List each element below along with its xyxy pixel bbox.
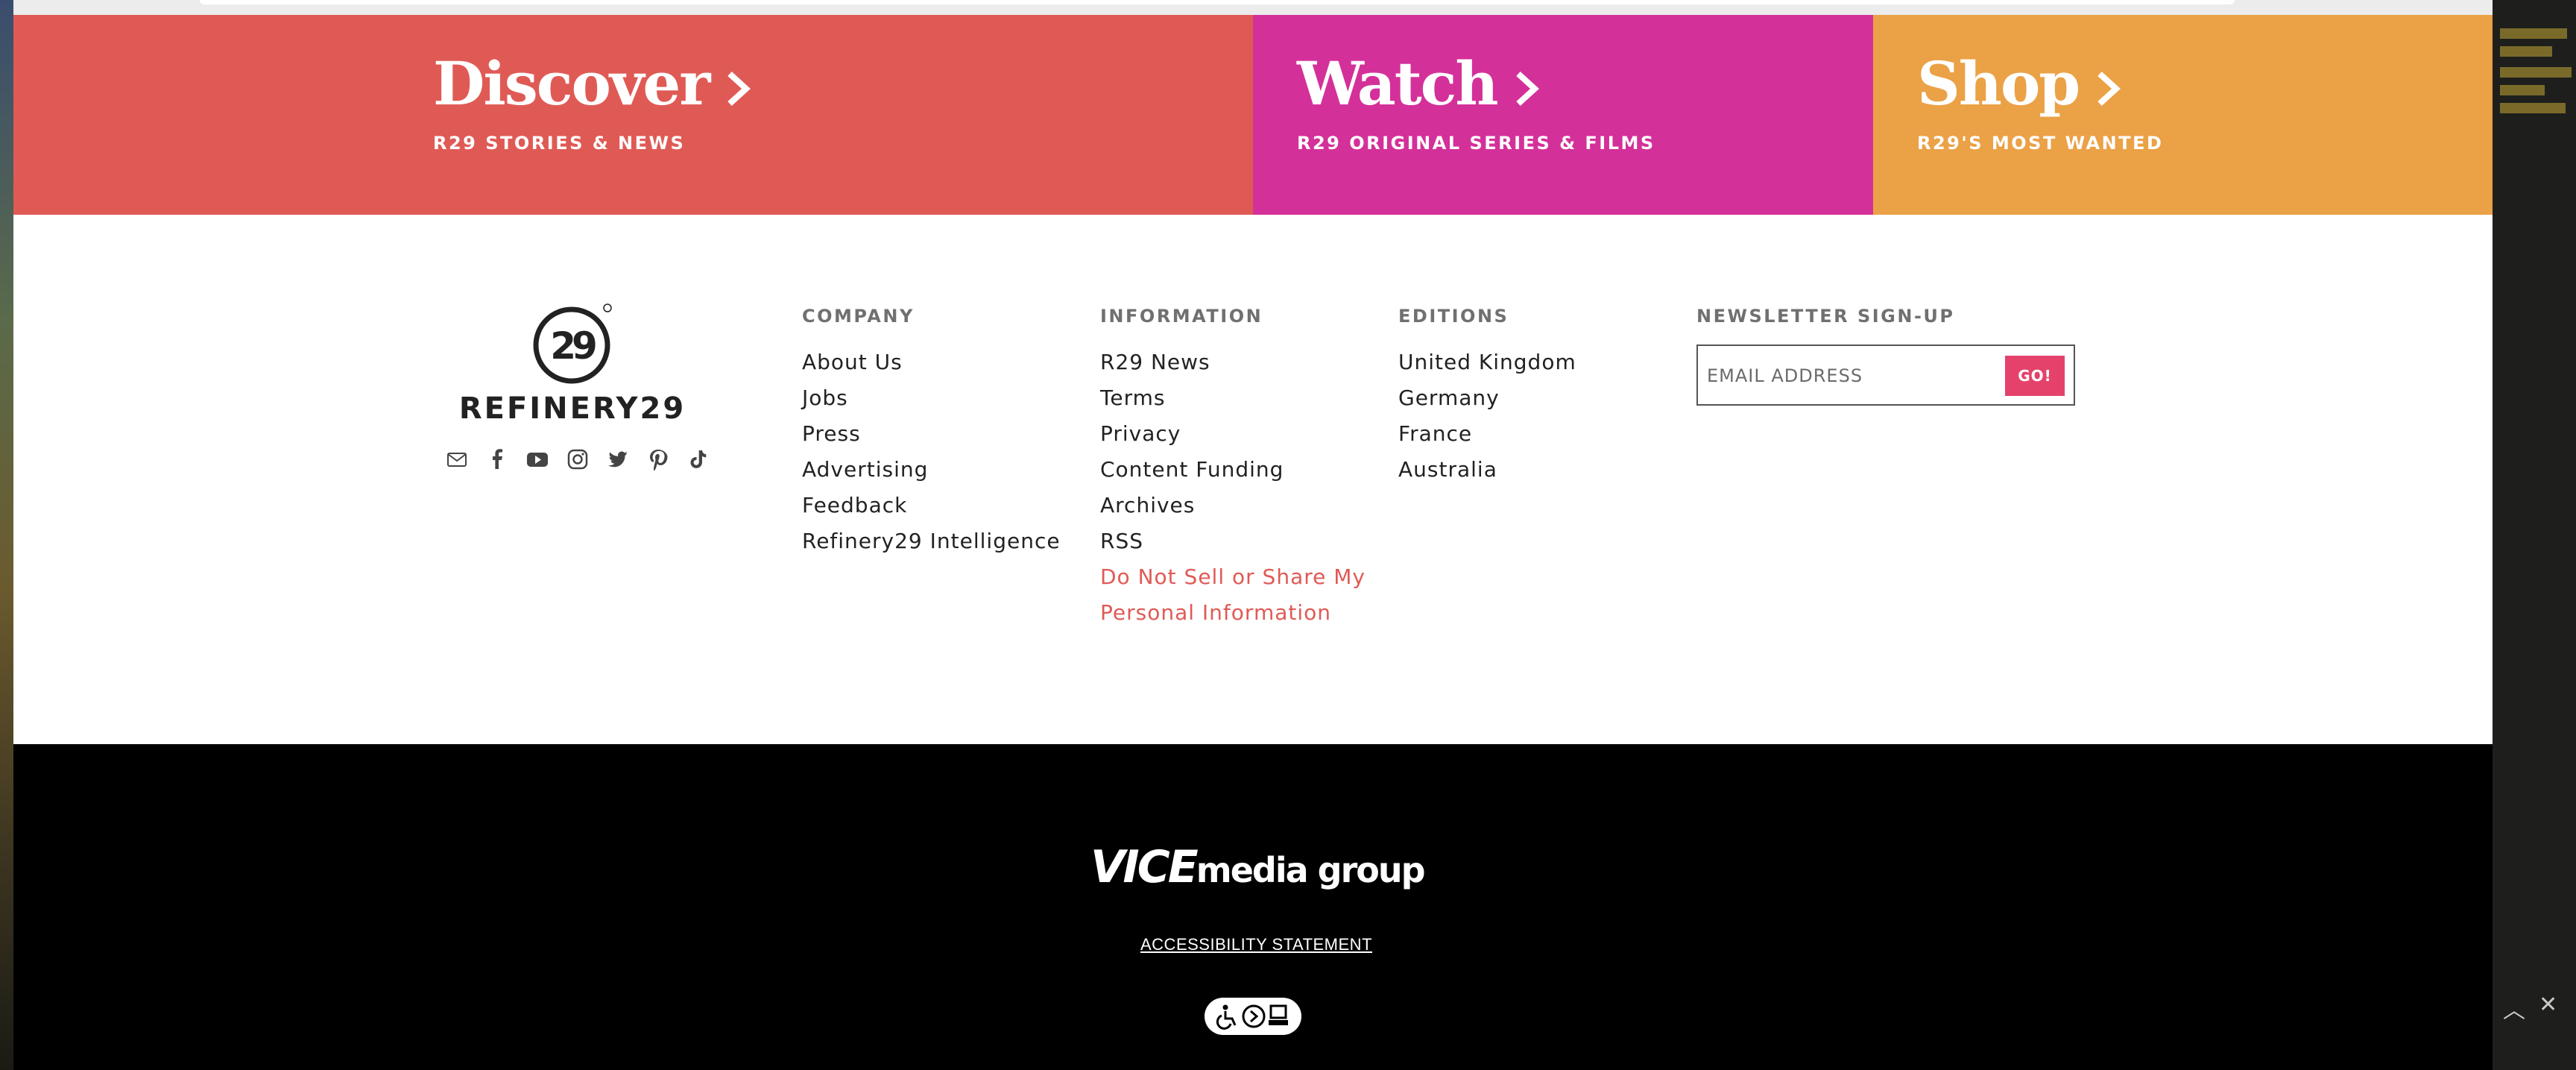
footer-link-archives[interactable]: Archives <box>1100 488 1366 523</box>
vice-logo-text: VICE <box>1090 841 1199 893</box>
chevron-right-icon <box>727 72 751 107</box>
facebook-icon[interactable] <box>486 448 508 471</box>
information-links: R29 News Terms Privacy Content Funding A… <box>1100 344 1366 631</box>
brand-wordmark[interactable]: REFINERY29 <box>423 391 722 426</box>
footer-link-jobs[interactable]: Jobs <box>802 380 1061 416</box>
panel-bar <box>2500 85 2545 95</box>
svg-text:29: 29 <box>550 324 596 368</box>
footer-link-rss[interactable]: RSS <box>1100 523 1366 559</box>
discover-subtitle: R29 STORIES & NEWS <box>433 133 686 154</box>
footer-link-privacy[interactable]: Privacy <box>1100 416 1366 452</box>
footer-link-advertising[interactable]: Advertising <box>802 452 1061 488</box>
mail-icon[interactable] <box>446 448 468 471</box>
footer-link-press[interactable]: Press <box>802 416 1061 452</box>
edition-link-france[interactable]: France <box>1398 416 1576 452</box>
editions-links: United Kingdom Germany France Australia <box>1398 344 1576 488</box>
social-links <box>423 448 744 471</box>
editions-column: EDITIONS United Kingdom Germany France A… <box>1398 306 1576 488</box>
media-group-logo-text: media group <box>1196 850 1426 890</box>
chevron-up-icon[interactable]: ︿ <box>2503 992 2525 1025</box>
information-heading: INFORMATION <box>1100 306 1263 327</box>
footer-link-do-not-sell-line2[interactable]: Personal Information <box>1100 595 1366 631</box>
watch-title: Watch <box>1297 48 1545 119</box>
desktop-wallpaper-left <box>0 0 13 1070</box>
editions-heading: EDITIONS <box>1398 306 1509 327</box>
shop-subtitle: R29'S MOST WANTED <box>1917 133 2164 154</box>
panel-bar <box>2500 46 2552 57</box>
twitter-icon[interactable] <box>607 448 629 471</box>
email-input[interactable] <box>1705 359 1999 392</box>
close-icon[interactable]: ✕ <box>2539 992 2557 1018</box>
youtube-icon[interactable] <box>526 448 549 471</box>
edition-link-germany[interactable]: Germany <box>1398 380 1576 416</box>
shop-banner[interactable]: Shop R29'S MOST WANTED <box>1873 15 2493 215</box>
accessibility-statement-link[interactable]: ACCESSIBILITY STATEMENT <box>1140 935 1372 954</box>
panel-bar <box>2500 67 2572 78</box>
discover-banner[interactable]: Discover R29 STORIES & NEWS <box>13 15 1253 215</box>
footer-link-about-us[interactable]: About Us <box>802 344 1061 380</box>
instagram-icon[interactable] <box>566 448 589 471</box>
vice-footer: VICEmedia group ACCESSIBILITY STATEMENT <box>13 744 2493 1070</box>
chevron-right-icon <box>1515 72 1539 107</box>
discover-title: Discover <box>433 48 757 119</box>
footer-link-do-not-sell-line1[interactable]: Do Not Sell or Share My <box>1100 559 1366 595</box>
browser-page: Discover R29 STORIES & NEWS Watch R29 OR… <box>13 0 2493 1070</box>
top-strip <box>13 0 2493 15</box>
footer-link-terms[interactable]: Terms <box>1100 380 1366 416</box>
pinterest-icon[interactable] <box>647 448 669 471</box>
shop-title: Shop <box>1917 48 2127 119</box>
r29-logo-icon[interactable]: 29 <box>533 302 615 384</box>
accessibility-badge[interactable] <box>1205 998 1301 1035</box>
panel-bar <box>2500 28 2567 39</box>
footer-link-content-funding[interactable]: Content Funding <box>1100 452 1366 488</box>
newsletter-heading: NEWSLETTER SIGN-UP <box>1696 306 1955 327</box>
footer-link-feedback[interactable]: Feedback <box>802 488 1061 523</box>
newsletter-submit-button[interactable]: GO! <box>2005 356 2065 396</box>
footer-link-r29-news[interactable]: R29 News <box>1100 344 1366 380</box>
edition-link-uk[interactable]: United Kingdom <box>1398 344 1576 380</box>
tiktok-icon[interactable] <box>687 448 710 471</box>
newsletter-column: NEWSLETTER SIGN-UP GO! <box>1696 306 2075 406</box>
watch-subtitle: R29 ORIGINAL SERIES & FILMS <box>1297 133 1655 154</box>
chevron-right-icon <box>2097 72 2121 107</box>
company-links: About Us Jobs Press Advertising Feedback… <box>802 344 1061 559</box>
company-heading: COMPANY <box>802 306 915 327</box>
edition-link-australia[interactable]: Australia <box>1398 452 1576 488</box>
desktop-side-panel: ︿ ✕ <box>2493 0 2576 1070</box>
accessibility-icon <box>1216 1004 1288 1030</box>
information-column: INFORMATION R29 News Terms Privacy Conte… <box>1100 306 1366 631</box>
footer-link-r29-intelligence[interactable]: Refinery29 Intelligence <box>802 523 1061 559</box>
watch-banner[interactable]: Watch R29 ORIGINAL SERIES & FILMS <box>1253 15 1873 215</box>
panel-bar <box>2500 103 2566 113</box>
company-column: COMPANY About Us Jobs Press Advertising … <box>802 306 1061 559</box>
newsletter-form: GO! <box>1696 344 2075 406</box>
vice-media-group-logo[interactable]: VICEmedia group <box>1090 841 1426 893</box>
